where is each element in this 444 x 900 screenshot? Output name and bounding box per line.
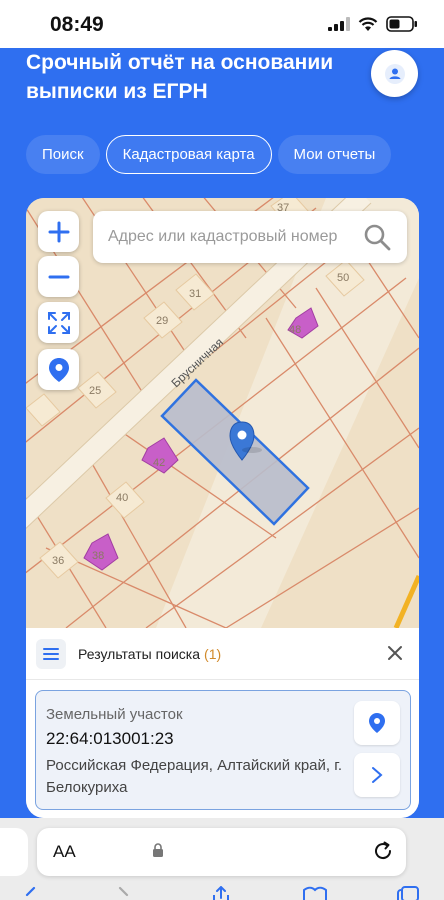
cadastral-map[interactable]: 37 50 31 29 48 25 42 40 36 38 Брусничная (26, 198, 419, 818)
location-pin-icon (369, 713, 385, 733)
zoom-out-button[interactable] (38, 256, 79, 297)
tab-cadastral-map[interactable]: Кадастровая карта (105, 135, 272, 174)
tab-bar: Поиск Кадастровая карта Мои отчеты (26, 135, 392, 174)
forward-icon[interactable] (118, 886, 130, 900)
back-icon[interactable] (24, 886, 36, 900)
cellular-signal-icon (328, 17, 350, 31)
fullscreen-button[interactable] (38, 302, 79, 343)
profile-button[interactable] (371, 50, 418, 97)
lock-icon (153, 843, 163, 857)
map-search-input[interactable] (93, 228, 355, 246)
result-item[interactable]: Земельный участок 22:64:013001:23 Россий… (35, 690, 411, 810)
parcel-number: 40 (116, 492, 128, 504)
tab-search[interactable]: Поиск (26, 135, 100, 174)
chevron-right-icon (372, 767, 383, 783)
map-search-box (93, 211, 407, 263)
page-title: Срочный отчёт на основании выписки из ЕГ… (26, 51, 334, 103)
battery-icon (386, 16, 417, 32)
status-time: 08:49 (50, 13, 104, 36)
hamburger-icon (43, 647, 59, 660)
parcel-number: 38 (92, 550, 104, 562)
cadastral-number: 22:64:013001:23 (46, 729, 174, 748)
show-on-map-button[interactable] (354, 701, 400, 745)
reload-icon[interactable] (372, 840, 394, 862)
previous-tab-preview[interactable] (0, 828, 28, 876)
plus-icon (48, 221, 69, 242)
text-size-button[interactable]: AA (53, 842, 76, 862)
parcel-number: 36 (52, 555, 64, 567)
parcel-number: 48 (289, 324, 301, 336)
parcel-number: 29 (156, 315, 168, 327)
results-count: (1) (204, 645, 222, 662)
minus-icon (48, 275, 69, 278)
location-pin-icon (48, 357, 69, 382)
result-type: Земельный участок (46, 706, 183, 723)
browser-bar: AA (0, 818, 444, 900)
results-menu-button[interactable] (36, 638, 66, 669)
tabs-icon[interactable] (396, 886, 420, 900)
wifi-icon (358, 16, 378, 31)
bookmarks-icon[interactable] (302, 886, 328, 900)
parcel-number: 31 (189, 288, 201, 300)
close-icon (388, 646, 402, 660)
results-title: Результаты поиска (78, 645, 201, 662)
user-icon (384, 63, 405, 84)
parcel-number: 42 (153, 457, 165, 469)
address-bar[interactable]: AA (37, 828, 406, 876)
search-results-panel: Результаты поиска (1) Земельный участок … (26, 628, 419, 818)
zoom-in-button[interactable] (38, 211, 79, 252)
browser-toolbar (0, 886, 444, 900)
result-address: Российская Федерация, Алтайский край, г.… (46, 757, 343, 796)
open-result-button[interactable] (354, 753, 400, 797)
parcel-number: 25 (89, 385, 101, 397)
search-icon[interactable] (363, 223, 391, 251)
close-results-button[interactable] (383, 641, 407, 665)
tab-my-reports[interactable]: Мои отчеты (277, 135, 392, 174)
share-icon[interactable] (210, 886, 232, 900)
expand-icon (47, 311, 70, 334)
status-bar: 08:49 (0, 0, 444, 48)
locate-me-button[interactable] (38, 349, 79, 390)
parcel-number: 50 (337, 272, 349, 284)
results-header: Результаты поиска (1) (26, 628, 419, 680)
status-icons (328, 16, 418, 32)
